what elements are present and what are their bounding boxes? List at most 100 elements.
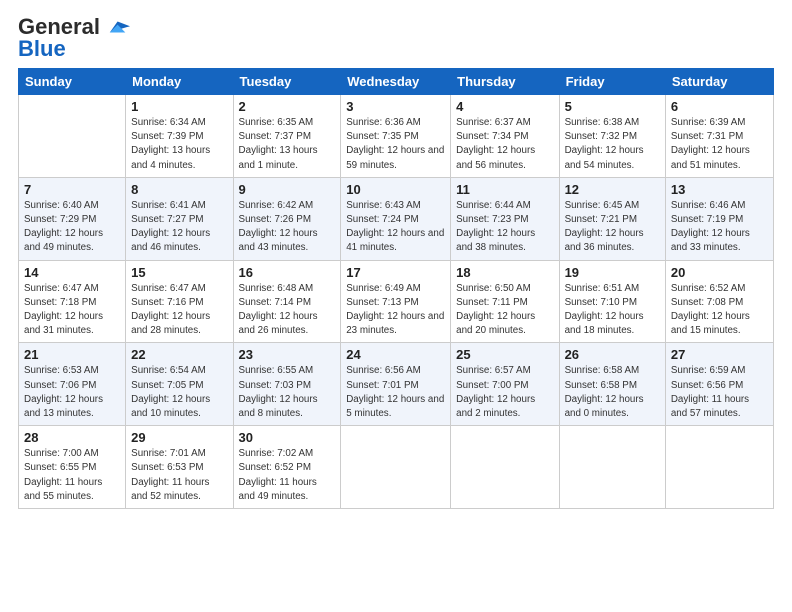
day-number: 28 [24,430,120,445]
day-info: Sunrise: 6:51 AMSunset: 7:10 PMDaylight:… [565,282,660,339]
calendar-cell: 10Sunrise: 6:43 AMSunset: 7:24 PMDayligh… [341,177,451,260]
calendar-cell [451,426,559,509]
day-number: 24 [346,347,445,362]
calendar-cell: 15 Sunrise: 6:47 AMSunset: 7:16 PMDayligh… [126,260,233,343]
day-info: Sunrise: 6:57 AMSunset: 7:00 PMDaylight:… [456,364,553,421]
day-number: 16 [239,265,336,280]
calendar-cell: 6 Sunrise: 6:39 AMSunset: 7:31 PMDaylight… [665,95,773,178]
day-number: 2 [239,99,336,114]
day-info: Sunrise: 6:56 AMSunset: 7:01 PMDaylight:… [346,364,445,421]
day-info: Sunrise: 6:44 AMSunset: 7:23 PMDaylight:… [456,199,553,256]
calendar-cell: 14 Sunrise: 6:47 AMSunset: 7:18 PMDayligh… [19,260,126,343]
day-info: Sunrise: 6:42 AMSunset: 7:26 PMDaylight:… [239,199,336,256]
day-number: 25 [456,347,553,362]
calendar-cell: 27 Sunrise: 6:59 AMSunset: 6:56 PMDayligh… [665,343,773,426]
header-day-tuesday: Tuesday [233,69,341,95]
calendar-cell: 29 Sunrise: 7:01 AMSunset: 6:53 PMDayligh… [126,426,233,509]
calendar-cell: 11 Sunrise: 6:44 AMSunset: 7:23 PMDayligh… [451,177,559,260]
day-info: Sunrise: 6:36 AMSunset: 7:35 PMDaylight:… [346,116,445,173]
day-info: Sunrise: 6:37 AMSunset: 7:34 PMDaylight:… [456,116,553,173]
calendar-week-3: 14 Sunrise: 6:47 AMSunset: 7:18 PMDayligh… [19,260,774,343]
calendar-week-5: 28Sunrise: 7:00 AMSunset: 6:55 PMDayligh… [19,426,774,509]
day-number: 30 [239,430,336,445]
calendar-week-1: 1 Sunrise: 6:34 AMSunset: 7:39 PMDaylight… [19,95,774,178]
day-info: Sunrise: 6:47 AMSunset: 7:16 PMDaylight:… [131,282,227,339]
day-info: Sunrise: 6:46 AMSunset: 7:19 PMDaylight:… [671,199,768,256]
logo: General Blue [18,14,130,62]
day-number: 21 [24,347,120,362]
header-day-wednesday: Wednesday [341,69,451,95]
day-info: Sunrise: 6:49 AMSunset: 7:13 PMDaylight:… [346,282,445,339]
calendar-header-row: SundayMondayTuesdayWednesdayThursdayFrid… [19,69,774,95]
day-info: Sunrise: 6:59 AMSunset: 6:56 PMDaylight:… [671,364,768,421]
day-info: Sunrise: 6:52 AMSunset: 7:08 PMDaylight:… [671,282,768,339]
calendar-cell: 23Sunrise: 6:55 AMSunset: 7:03 PMDayligh… [233,343,341,426]
day-number: 10 [346,182,445,197]
day-number: 20 [671,265,768,280]
calendar-cell: 20 Sunrise: 6:52 AMSunset: 7:08 PMDayligh… [665,260,773,343]
calendar-cell: 1 Sunrise: 6:34 AMSunset: 7:39 PMDaylight… [126,95,233,178]
day-info: Sunrise: 6:40 AMSunset: 7:29 PMDaylight:… [24,199,120,256]
calendar-cell [341,426,451,509]
calendar-cell: 18Sunrise: 6:50 AMSunset: 7:11 PMDayligh… [451,260,559,343]
day-number: 5 [565,99,660,114]
calendar-cell: 5 Sunrise: 6:38 AMSunset: 7:32 PMDaylight… [559,95,665,178]
day-number: 17 [346,265,445,280]
calendar-cell [665,426,773,509]
day-number: 3 [346,99,445,114]
calendar-cell: 9 Sunrise: 6:42 AMSunset: 7:26 PMDaylight… [233,177,341,260]
day-info: Sunrise: 6:45 AMSunset: 7:21 PMDaylight:… [565,199,660,256]
day-info: Sunrise: 6:34 AMSunset: 7:39 PMDaylight:… [131,116,227,173]
day-number: 14 [24,265,120,280]
day-info: Sunrise: 6:58 AMSunset: 6:58 PMDaylight:… [565,364,660,421]
calendar-cell: 4 Sunrise: 6:37 AMSunset: 7:34 PMDaylight… [451,95,559,178]
calendar-cell: 22 Sunrise: 6:54 AMSunset: 7:05 PMDayligh… [126,343,233,426]
logo-blue: Blue [18,36,66,62]
day-number: 15 [131,265,227,280]
day-info: Sunrise: 6:54 AMSunset: 7:05 PMDaylight:… [131,364,227,421]
day-number: 29 [131,430,227,445]
calendar-cell [19,95,126,178]
day-number: 1 [131,99,227,114]
header-day-friday: Friday [559,69,665,95]
calendar-cell [559,426,665,509]
calendar-table: SundayMondayTuesdayWednesdayThursdayFrid… [18,68,774,509]
day-number: 8 [131,182,227,197]
day-number: 27 [671,347,768,362]
day-info: Sunrise: 6:50 AMSunset: 7:11 PMDaylight:… [456,282,553,339]
day-number: 22 [131,347,227,362]
day-info: Sunrise: 7:02 AMSunset: 6:52 PMDaylight:… [239,447,336,504]
calendar-week-2: 7 Sunrise: 6:40 AMSunset: 7:29 PMDaylight… [19,177,774,260]
calendar-cell: 3 Sunrise: 6:36 AMSunset: 7:35 PMDaylight… [341,95,451,178]
day-number: 13 [671,182,768,197]
header-day-monday: Monday [126,69,233,95]
day-number: 11 [456,182,553,197]
day-number: 7 [24,182,120,197]
calendar-cell: 28Sunrise: 7:00 AMSunset: 6:55 PMDayligh… [19,426,126,509]
calendar-cell: 16Sunrise: 6:48 AMSunset: 7:14 PMDayligh… [233,260,341,343]
day-info: Sunrise: 6:35 AMSunset: 7:37 PMDaylight:… [239,116,336,173]
day-info: Sunrise: 7:01 AMSunset: 6:53 PMDaylight:… [131,447,227,504]
logo-bird-icon [102,18,130,36]
header: General Blue [18,10,774,62]
calendar-cell: 21 Sunrise: 6:53 AMSunset: 7:06 PMDayligh… [19,343,126,426]
day-info: Sunrise: 6:39 AMSunset: 7:31 PMDaylight:… [671,116,768,173]
calendar-week-4: 21 Sunrise: 6:53 AMSunset: 7:06 PMDayligh… [19,343,774,426]
header-day-sunday: Sunday [19,69,126,95]
calendar-cell: 24 Sunrise: 6:56 AMSunset: 7:01 PMDayligh… [341,343,451,426]
day-number: 4 [456,99,553,114]
day-number: 6 [671,99,768,114]
calendar-cell: 7 Sunrise: 6:40 AMSunset: 7:29 PMDaylight… [19,177,126,260]
calendar-cell: 30 Sunrise: 7:02 AMSunset: 6:52 PMDayligh… [233,426,341,509]
header-day-thursday: Thursday [451,69,559,95]
day-number: 26 [565,347,660,362]
day-info: Sunrise: 6:53 AMSunset: 7:06 PMDaylight:… [24,364,120,421]
day-info: Sunrise: 6:38 AMSunset: 7:32 PMDaylight:… [565,116,660,173]
day-info: Sunrise: 6:55 AMSunset: 7:03 PMDaylight:… [239,364,336,421]
calendar-cell: 8Sunrise: 6:41 AMSunset: 7:27 PMDaylight… [126,177,233,260]
calendar-cell: 12Sunrise: 6:45 AMSunset: 7:21 PMDayligh… [559,177,665,260]
calendar-cell: 25 Sunrise: 6:57 AMSunset: 7:00 PMDayligh… [451,343,559,426]
calendar-cell: 2 Sunrise: 6:35 AMSunset: 7:37 PMDaylight… [233,95,341,178]
day-info: Sunrise: 6:47 AMSunset: 7:18 PMDaylight:… [24,282,120,339]
day-number: 9 [239,182,336,197]
